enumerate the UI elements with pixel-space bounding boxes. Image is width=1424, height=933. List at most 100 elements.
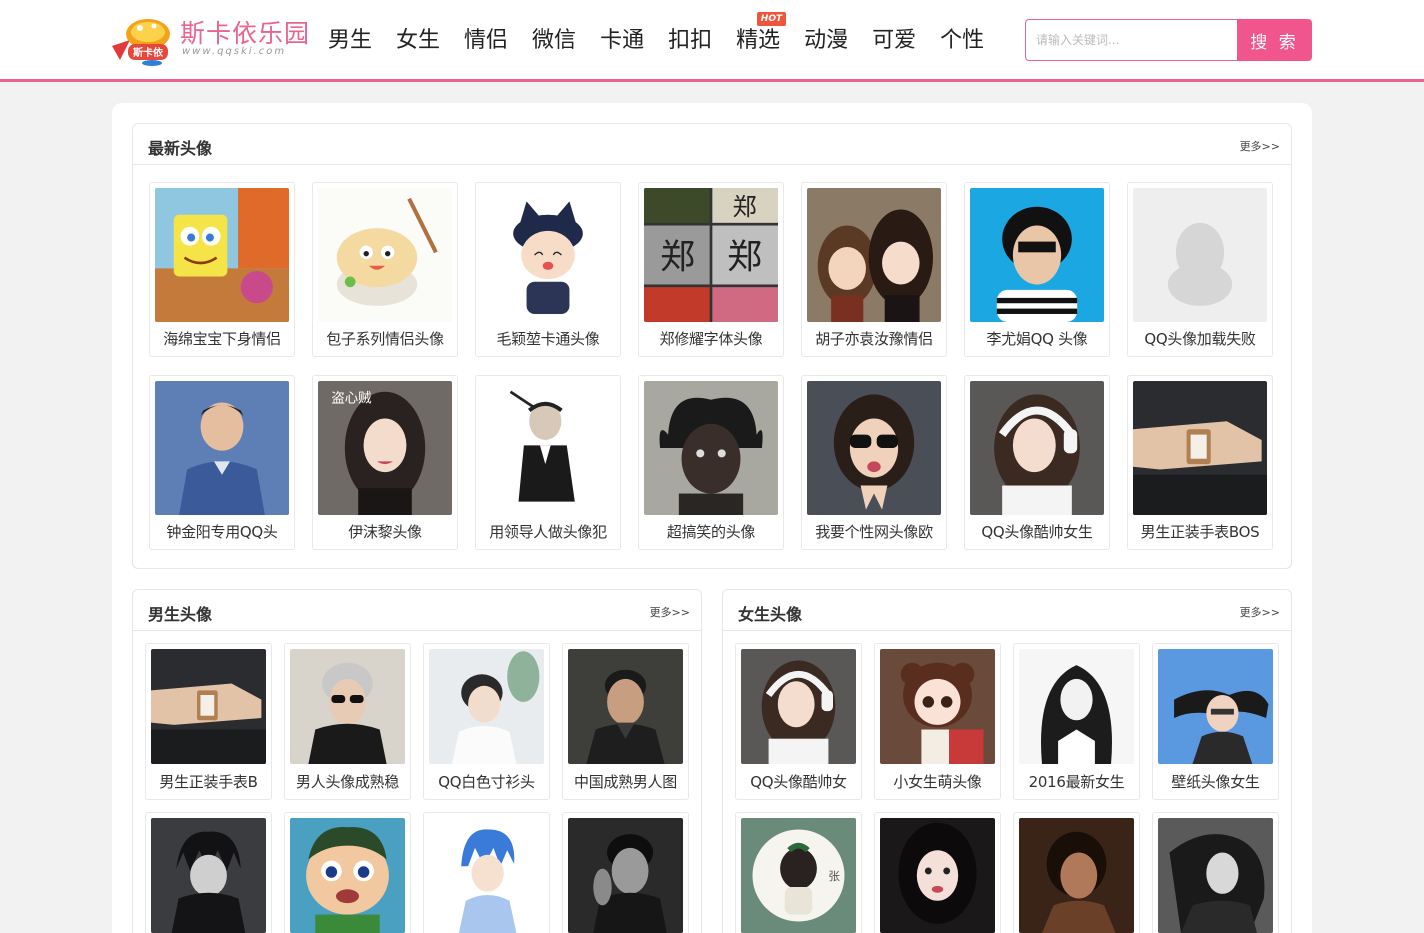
avatar-thumbnail [290,649,405,764]
avatar-thumbnail [290,818,405,933]
mature-man-image [568,649,683,764]
more-link[interactable]: 更多>> [650,604,690,620]
avatar-caption: 中国成熟男人图 [574,773,677,791]
nav-item-girls[interactable]: 女生 [384,24,452,58]
avatar-card[interactable] [284,812,411,933]
avatar-thumbnail [481,188,615,322]
avatar-thumbnail [644,381,778,515]
avatar-card[interactable]: 胡子亦袁汝豫情侣 [801,182,947,357]
avatar-caption: 伊沫黎头像 [348,523,422,541]
avatar-card[interactable]: 壁纸头像女生 [1152,643,1279,800]
nav-item-featured[interactable]: 精选 HOT [724,12,792,58]
avatar-card[interactable]: QQ头像加载失败 [1127,182,1273,357]
avatar-card[interactable]: 李尤娟QQ 头像 [964,182,1110,357]
avatar-thumbnail [151,649,266,764]
avatar-thumbnail [481,381,615,515]
avatar-card[interactable]: 盗心贼伊沫黎头像 [312,375,458,550]
nav-label: 动漫 [804,28,849,53]
avatar-card[interactable]: 毛颖堃卡通头像 [475,182,621,357]
svg-text:郑: 郑 [727,237,762,277]
avatar-thumbnail: 郑郑郑 [644,188,778,322]
svg-text:盗心贼: 盗心贼 [331,390,372,406]
man-blue-suit-image [155,381,289,515]
avatar-card[interactable]: 海绵宝宝下身情侣 [149,182,295,357]
avatar-caption: 钟金阳专用QQ头 [166,523,278,541]
avatar-card[interactable] [874,812,1001,933]
panel-header: 女生头像 更多>> [723,590,1291,631]
nav-item-wechat[interactable]: 微信 [520,24,588,58]
nav-item-couples[interactable]: 情侣 [452,24,520,58]
girl-dark-image: 盗心贼 [318,381,452,515]
avatar-thumbnail [807,381,941,515]
avatar-caption: 小女生萌头像 [893,773,982,791]
panel-header: 最新头像 更多>> [133,124,1291,165]
avatar-thumbnail: 盗心贼 [318,381,452,515]
nav-item-qq[interactable]: 扣扣 [656,24,724,58]
avatar-card[interactable] [1152,812,1279,933]
nav-item-boys[interactable]: 男生 [316,24,384,58]
avatar-card[interactable] [1013,812,1140,933]
avatar-card[interactable]: 我要个性网头像欧 [801,375,947,550]
avatar-card[interactable]: QQ头像酷帅女生 [964,375,1110,550]
hot-badge: HOT [756,12,787,26]
site-logo[interactable]: 斯卡依 斯卡依乐园 www.qqski.com [110,14,309,66]
avatar-card[interactable]: 郑郑郑郑修耀字体头像 [638,182,784,357]
more-link[interactable]: 更多>> [1240,138,1280,154]
nav-item-personality[interactable]: 个性 [928,24,996,58]
nav-item-cute[interactable]: 可爱 [860,24,928,58]
sketch-man-image [481,381,615,515]
avatar-thumbnail [1133,188,1267,322]
avatar-card[interactable] [423,812,550,933]
avatar-caption: 用领导人做头像犯 [489,523,607,541]
avatar-thumbnail [880,818,995,933]
avatar-card[interactable]: 钟金阳专用QQ头 [149,375,295,550]
boys-grid: 男生正装手表B 男人头像成熟稳 QQ白色寸衫头 中国成熟男人图 [145,643,689,933]
avatar-card[interactable]: 超搞笑的头像 [638,375,784,550]
avatar-thumbnail [807,188,941,322]
headphone-girl-image [970,381,1104,515]
nav-item-anime[interactable]: 动漫 [792,24,860,58]
avatar-card[interactable] [145,812,272,933]
avatar-caption: QQ白色寸衫头 [438,773,535,791]
logo-badge-text: 斯卡依 [133,46,164,59]
avatar-thumbnail: 张 [741,818,856,933]
avatar-card[interactable]: 张 [735,812,862,933]
penguin-placeholder-image [1133,188,1267,322]
avatar-caption: 我要个性网头像欧 [815,523,933,541]
girls-grid: QQ头像酷帅女 小女生萌头像 2016最新女生 壁纸头像女生张 [735,643,1279,933]
avatar-caption: QQ头像酷帅女 [750,773,847,791]
white-shirt-boy-image [429,649,544,764]
main-nav: 男生 女生 情侣 微信 卡通 扣扣 精选 HOT 动漫 可爱 个性 [316,12,996,58]
avatar-thumbnail [970,188,1104,322]
circle-girl-back-image: 张 [741,818,856,933]
avatar-card[interactable]: 用领导人做头像犯 [475,375,621,550]
search-input[interactable] [1025,19,1237,61]
avatar-card[interactable]: 2016最新女生 [1013,643,1140,800]
avatar-card[interactable]: 男生正装手表B [145,643,272,800]
cute-girl-doll-image [880,649,995,764]
girls-avatars-panel: 女生头像 更多>> QQ头像酷帅女 小女生萌头像 2016最新女生 壁纸头像女生张 [722,589,1292,933]
avatar-thumbnail [429,649,544,764]
nav-item-cartoon[interactable]: 卡通 [588,24,656,58]
anime-dark-boy-image [151,818,266,933]
avatar-card[interactable]: 男人头像成熟稳 [284,643,411,800]
avatar-card[interactable]: QQ白色寸衫头 [423,643,550,800]
spongebob-image [155,188,289,322]
site-header: 斯卡依 斯卡依乐园 www.qqski.com 男生 女生 情侣 微信 卡通 扣… [0,0,1424,82]
avatar-card[interactable]: 小女生萌头像 [874,643,1001,800]
avatar-card[interactable]: QQ头像酷帅女 [735,643,862,800]
avatar-caption: QQ头像加载失败 [1144,330,1256,348]
avatar-card[interactable] [562,812,689,933]
blue-hair-anime-image [429,818,544,933]
nav-label: 微信 [532,28,577,53]
more-link[interactable]: 更多>> [1240,604,1280,620]
avatar-card[interactable]: 包子系列情侣头像 [312,182,458,357]
avatar-thumbnail [1019,818,1134,933]
avatar-caption: 郑修耀字体头像 [659,330,763,348]
avatar-card[interactable]: 男生正装手表BOS [1127,375,1273,550]
search-button[interactable]: 搜 索 [1237,19,1312,61]
funny-face-image [644,381,778,515]
bw-girl-image [1158,818,1273,933]
avatar-caption: 海绵宝宝下身情侣 [163,330,281,348]
avatar-card[interactable]: 中国成熟男人图 [562,643,689,800]
